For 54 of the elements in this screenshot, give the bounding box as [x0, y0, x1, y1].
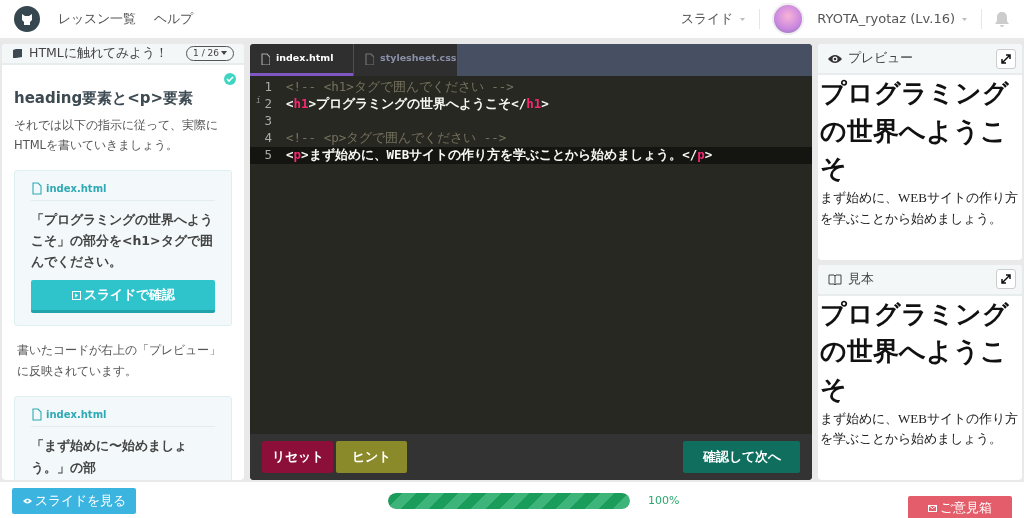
play-icon	[71, 290, 81, 300]
info-mark[interactable]: i	[256, 95, 261, 108]
caret-icon	[961, 16, 968, 22]
lesson-title: HTMLに触れてみよう！	[29, 44, 168, 62]
lesson-heading: heading要素と<p>要素	[14, 87, 195, 109]
line-number: 5	[264, 147, 272, 163]
nav-link[interactable]: レッスン一覧	[58, 9, 136, 29]
preview-heading: プログラミングの世界へようこそ	[819, 298, 1010, 406]
book-icon	[12, 47, 23, 59]
file-name: index.html	[46, 408, 107, 423]
expand-icon	[1001, 274, 1011, 284]
submit-button[interactable]: 確認して次へ	[683, 441, 800, 473]
file-name: index.html	[46, 181, 107, 196]
nav-link[interactable]: ヘルプ	[154, 9, 193, 29]
eye-icon	[828, 53, 842, 64]
hint-button[interactable]: ヒント	[336, 441, 407, 473]
mode-dropdown[interactable]: スライド	[680, 8, 748, 30]
line-number: 2	[264, 96, 272, 112]
code-editor[interactable]: 1 <!-- <h1>タグで囲んでください --> i 2 <h1>プログラミングの世界へようこそ</h1> 3 4 <!-- <p>タグで囲んでください --> 5 <p>まず始めに、WEBサイトの作り方を学ぶことから始めましょう。</p>	[250, 76, 812, 434]
file-icon	[260, 52, 270, 65]
code-line: <!-- <h1>タグで囲んでください -->	[286, 78, 514, 97]
code-line: <p>まず始めに、WEBサイトの作り方を学ぶことから始めましょう。</p>	[286, 146, 713, 165]
code-line: <!-- <p>タグで囲んでください -->	[286, 129, 507, 147]
logo-icon[interactable]	[14, 6, 40, 32]
line-number: 4	[264, 130, 272, 146]
code-line: <h1>プログラミングの世界へようこそ</h1>	[286, 95, 549, 114]
file-icon	[31, 408, 43, 422]
editor-tab[interactable]: index.html	[250, 44, 353, 76]
caret-icon	[221, 51, 227, 56]
expand-icon	[1001, 53, 1011, 64]
file-icon	[31, 181, 43, 195]
panel-title: プレビュー	[848, 49, 913, 68]
intro-text: それでは以下の指示に従って、実際にHTMLを書いていきましょう。	[14, 117, 219, 155]
panel-title: 見本	[848, 269, 874, 288]
preview-paragraph: まず始めに、WEBサイトの作り方を学ぶことから始めましょう。	[819, 409, 1019, 449]
line-number: 3	[264, 113, 272, 129]
expand-button[interactable]	[996, 269, 1016, 289]
task-text: 「プログラミングの世界へようこそ」の部分を<h1>タグで囲んでください。	[31, 210, 214, 271]
task-text: 「まず始めに〜始めましょう。」の部	[31, 437, 188, 477]
mail-icon	[928, 504, 937, 512]
caret-icon	[739, 16, 747, 22]
file-icon	[364, 52, 374, 65]
user-menu[interactable]: RYOTA_ryotaz (Lv.16)	[816, 8, 969, 30]
note-text: 書いたコードが右上の「プレビュー」に反映されています。	[16, 342, 222, 381]
eye-icon	[22, 498, 32, 504]
expand-button[interactable]	[996, 48, 1016, 69]
avatar[interactable]	[772, 3, 805, 35]
line-number: 1	[264, 79, 272, 95]
progress-reading: 100%	[648, 492, 680, 509]
book-icon	[828, 273, 842, 285]
preview-paragraph: まず始めに、WEBサイトの作り方を学ぶことから始めましょう。	[819, 189, 1019, 228]
preview-heading: プログラミングの世界へようこそ	[819, 78, 1010, 186]
editor-tab[interactable]: stylesheet.css	[354, 44, 457, 76]
reset-button[interactable]: リセット	[262, 441, 333, 473]
